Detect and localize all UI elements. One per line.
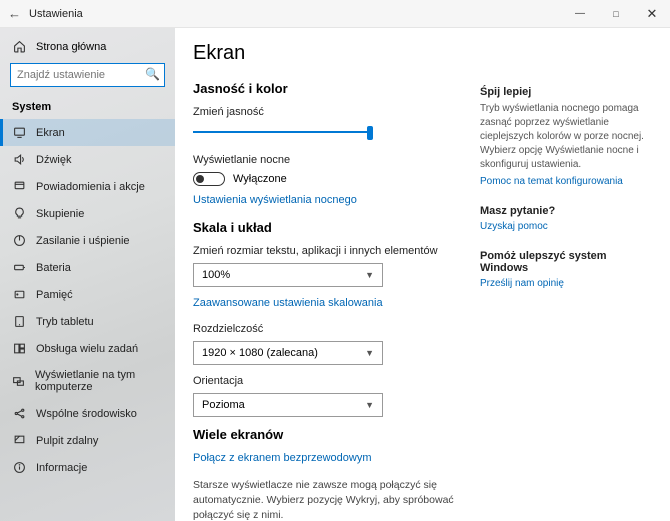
section-brightness: Jasność i kolor: [193, 81, 462, 96]
orientation-label: Orientacja: [193, 375, 462, 387]
wireless-display-link[interactable]: Połącz z ekranem bezprzewodowym: [193, 452, 462, 464]
sidebar-item-pamiec[interactable]: Pamięć: [0, 281, 175, 308]
nav-label: Informacje: [36, 462, 87, 474]
multitask-icon: [12, 342, 26, 355]
sidebar: Strona główna 🔍 System Ekran Dźwięk Powi…: [0, 28, 175, 521]
sidebar-item-multitask[interactable]: Obsługa wielu zadań: [0, 335, 175, 362]
power-icon: [12, 234, 26, 247]
sidebar-item-remote[interactable]: Pulpit zdalny: [0, 427, 175, 454]
sidebar-item-bateria[interactable]: Bateria: [0, 254, 175, 281]
remote-icon: [12, 434, 26, 447]
nav-label: Wspólne środowisko: [36, 408, 137, 420]
maximize-button[interactable]: □: [598, 0, 634, 28]
brightness-slider[interactable]: [193, 124, 373, 140]
sidebar-item-project[interactable]: Wyświetlanie na tym komputerze: [0, 362, 175, 400]
chevron-down-icon: ▼: [365, 400, 374, 410]
nav-label: Pamięć: [36, 289, 73, 301]
display-icon: [12, 126, 26, 139]
info-icon: [12, 461, 26, 474]
search-icon: 🔍: [145, 67, 160, 81]
nightlight-label: Wyświetlanie nocne: [193, 154, 462, 166]
nav-label: Zasilanie i uśpienie: [36, 235, 130, 247]
detect-description: Starsze wyświetlacze nie zawsze mogą poł…: [193, 478, 462, 521]
section-scale: Skala i układ: [193, 220, 462, 235]
section-multiple: Wiele ekranów: [193, 427, 462, 442]
page-title: Ekran: [193, 42, 462, 65]
aside-help-link[interactable]: Uzyskaj pomoc: [480, 221, 656, 232]
sidebar-item-zasilanie[interactable]: Zasilanie i uśpienie: [0, 227, 175, 254]
nav-label: Tryb tabletu: [36, 316, 94, 328]
project-icon: [12, 375, 25, 388]
aside-question-title: Masz pytanie?: [480, 205, 656, 217]
nav-label: Skupienie: [36, 208, 84, 220]
resolution-label: Rozdzielczość: [193, 323, 462, 335]
titlebar: ← Ustawienia — □ ✕: [0, 0, 670, 28]
advanced-scaling-link[interactable]: Zaawansowane ustawienia skalowania: [193, 297, 462, 309]
nav-label: Dźwięk: [36, 154, 71, 166]
aside-sleep-desc: Tryb wyświetlania nocnego pomaga zasnąć …: [480, 102, 656, 172]
sidebar-item-powiadomienia[interactable]: Powiadomienia i akcje: [0, 173, 175, 200]
sidebar-item-dzwiek[interactable]: Dźwięk: [0, 146, 175, 173]
storage-icon: [12, 288, 26, 301]
minimize-button[interactable]: —: [562, 0, 598, 28]
nav-label: Pulpit zdalny: [36, 435, 98, 447]
nav-label: Ekran: [36, 127, 65, 139]
nav-label: Obsługa wielu zadań: [36, 343, 138, 355]
nightlight-toggle[interactable]: Wyłączone: [193, 172, 462, 186]
sidebar-item-skupienie[interactable]: Skupienie: [0, 200, 175, 227]
orientation-select[interactable]: Pozioma▼: [193, 393, 383, 417]
home-link[interactable]: Strona główna: [0, 34, 175, 63]
nightlight-settings-link[interactable]: Ustawienia wyświetlania nocnego: [193, 194, 462, 206]
chevron-down-icon: ▼: [365, 270, 374, 280]
aside-sleep-link[interactable]: Pomoc na temat konfigurowania: [480, 176, 656, 187]
home-icon: [12, 40, 26, 53]
brightness-label: Zmień jasność: [193, 106, 462, 118]
scale-label: Zmień rozmiar tekstu, aplikacji i innych…: [193, 245, 462, 257]
aside-panel: Śpij lepiej Tryb wyświetlania nocnego po…: [480, 28, 670, 521]
shared-icon: [12, 407, 26, 420]
sidebar-item-ekran[interactable]: Ekran: [0, 119, 175, 146]
window-title: Ustawienia: [29, 8, 83, 20]
sidebar-item-tablet[interactable]: Tryb tabletu: [0, 308, 175, 335]
battery-icon: [12, 261, 26, 274]
back-arrow-icon[interactable]: ←: [8, 6, 21, 21]
nav-label: Bateria: [36, 262, 71, 274]
sidebar-item-shared[interactable]: Wspólne środowisko: [0, 400, 175, 427]
nav-label: Powiadomienia i akcje: [36, 181, 145, 193]
content-area: Ekran Jasność i kolor Zmień jasność Wyśw…: [175, 28, 480, 521]
aside-improve-title: Pomóż ulepszyć system Windows: [480, 250, 656, 274]
sound-icon: [12, 153, 26, 166]
chevron-down-icon: ▼: [365, 348, 374, 358]
aside-feedback-link[interactable]: Prześlij nam opinię: [480, 278, 656, 289]
close-button[interactable]: ✕: [634, 0, 670, 28]
focus-icon: [12, 207, 26, 220]
toggle-state: Wyłączone: [233, 173, 287, 185]
resolution-select[interactable]: 1920 × 1080 (zalecana)▼: [193, 341, 383, 365]
category-label: System: [0, 97, 175, 119]
nav-label: Wyświetlanie na tym komputerze: [35, 369, 163, 393]
scale-select[interactable]: 100%▼: [193, 263, 383, 287]
home-label: Strona główna: [36, 41, 106, 53]
aside-sleep-title: Śpij lepiej: [480, 86, 656, 98]
notifications-icon: [12, 180, 26, 193]
search-input[interactable]: [10, 63, 165, 87]
sidebar-item-info[interactable]: Informacje: [0, 454, 175, 481]
tablet-icon: [12, 315, 26, 328]
